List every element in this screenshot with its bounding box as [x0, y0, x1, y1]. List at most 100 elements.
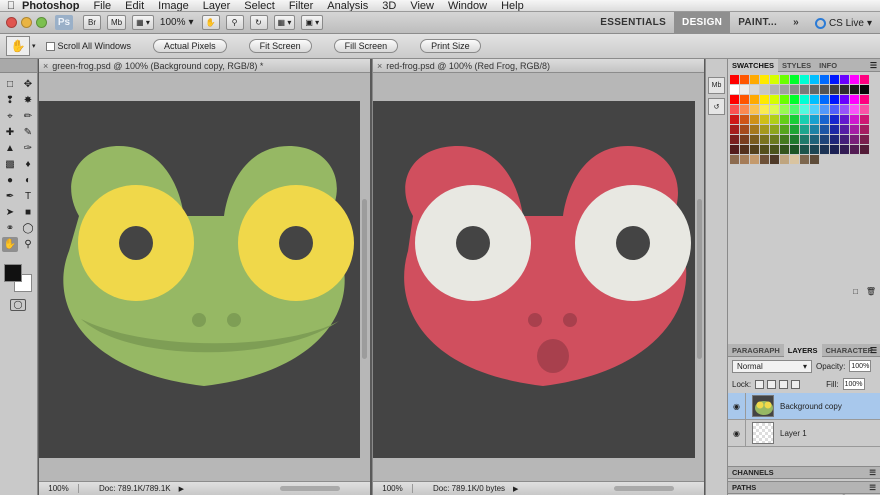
menu-view[interactable]: View — [410, 0, 434, 11]
visibility-eye-icon[interactable]: ◉ — [728, 392, 746, 420]
panel-menu-icon[interactable]: ☰ — [869, 467, 876, 479]
cs-live-button[interactable]: CS Live ▾ — [814, 17, 872, 29]
brush-tool-icon[interactable]: ✎ — [20, 125, 36, 140]
path-selection-tool-icon[interactable]: ➤ — [2, 205, 18, 220]
workspace-painting[interactable]: PAINT... — [730, 12, 785, 34]
3d-orbit-tool-icon[interactable]: ◯ — [20, 221, 36, 236]
menu-file[interactable]: File — [93, 0, 111, 11]
screen-mode-button[interactable]: ▣ ▾ — [301, 15, 324, 30]
lock-position-icon[interactable] — [779, 379, 789, 389]
fill-input[interactable]: 100% — [842, 378, 865, 390]
canvas-red-frog[interactable] — [373, 101, 695, 458]
swatch-grid[interactable] — [730, 75, 878, 164]
menu-layer[interactable]: Layer — [203, 0, 231, 11]
zoom-tool-icon[interactable]: ⚲ — [20, 237, 36, 252]
close-icon[interactable]: × — [377, 61, 382, 71]
menu-edit[interactable]: Edit — [125, 0, 144, 11]
move-tool-icon[interactable]: ✥ — [20, 77, 36, 92]
lock-transparent-icon[interactable] — [755, 379, 765, 389]
opacity-input[interactable]: 100% — [849, 360, 872, 372]
print-size-button[interactable]: Print Size — [420, 39, 481, 53]
fit-screen-button[interactable]: Fit Screen — [248, 39, 312, 53]
foreground-color-swatch[interactable] — [4, 264, 22, 282]
lock-image-icon[interactable] — [767, 379, 777, 389]
status-zoom[interactable]: 100% — [39, 484, 79, 493]
tab-info[interactable]: INFO — [815, 59, 841, 72]
type-tool-icon[interactable]: T — [20, 189, 36, 204]
more-workspaces-button[interactable]: » — [785, 12, 807, 34]
actual-pixels-button[interactable]: Actual Pixels — [153, 39, 227, 53]
chevron-right-icon[interactable]: ▶ — [179, 485, 184, 493]
hand-tool-icon[interactable]: ✋ — [2, 237, 18, 252]
menu-app-name[interactable]: Photoshop — [22, 0, 79, 11]
bridge-button[interactable]: Br — [83, 15, 101, 30]
lock-all-icon[interactable] — [791, 379, 801, 389]
chevron-right-icon[interactable]: ▶ — [513, 485, 518, 493]
tool-preset-picker[interactable]: ✋ — [6, 36, 30, 56]
history-panel-icon[interactable]: ↺ — [708, 98, 725, 115]
chevron-down-icon[interactable]: ▾ — [32, 42, 36, 50]
3d-rotate-tool-icon[interactable]: ⚭ — [2, 221, 18, 236]
paths-panel-collapsed[interactable]: PATHS ☰ — [728, 481, 880, 494]
zoom-tool-button[interactable]: ⚲ — [225, 15, 244, 30]
arrange-documents-button[interactable]: ▦ ▾ — [273, 15, 296, 30]
blur-tool-icon[interactable]: ● — [2, 173, 18, 188]
fill-screen-button[interactable]: Fill Screen — [333, 39, 399, 53]
apple-icon[interactable]:  — [0, 0, 22, 11]
menu-3d[interactable]: 3D — [382, 0, 396, 11]
document-tab-green-frog[interactable]: × green-frog.psd @ 100% (Background copy… — [39, 59, 370, 73]
history-brush-tool-icon[interactable]: ✑ — [20, 141, 36, 156]
checkbox-box[interactable] — [45, 41, 55, 51]
status-zoom[interactable]: 100% — [373, 484, 413, 493]
tools-panel-handle[interactable] — [0, 59, 37, 73]
visibility-eye-icon[interactable]: ◉ — [728, 419, 746, 447]
document-tab-red-frog[interactable]: × red-frog.psd @ 100% (Red Frog, RGB/8) — [373, 59, 704, 73]
scroll-all-windows-checkbox[interactable]: Scroll All Windows — [45, 41, 131, 51]
workspace-essentials[interactable]: ESSENTIALS — [592, 12, 674, 34]
vertical-scrollbar[interactable] — [362, 199, 367, 359]
tab-paragraph[interactable]: PARAGRAPH — [728, 344, 784, 357]
dodge-tool-icon[interactable]: ◐ — [20, 173, 36, 188]
menu-help[interactable]: Help — [501, 0, 524, 11]
menu-filter[interactable]: Filter — [289, 0, 313, 11]
lasso-tool-icon[interactable]: ❢ — [2, 93, 18, 108]
blend-mode-select[interactable]: Normal ▾ — [732, 359, 812, 373]
view-extras-button[interactable]: ▦ ▾ — [132, 15, 154, 30]
horizontal-scrollbar[interactable] — [280, 486, 340, 491]
menu-select[interactable]: Select — [244, 0, 275, 11]
horizontal-scrollbar[interactable] — [614, 486, 674, 491]
canvas-green-frog[interactable] — [39, 101, 360, 458]
menu-window[interactable]: Window — [448, 0, 487, 11]
quick-mask-icon[interactable]: ◯ — [10, 299, 26, 311]
eraser-tool-icon[interactable]: ▩ — [2, 157, 18, 172]
close-icon[interactable]: × — [43, 61, 48, 71]
marquee-tool-icon[interactable]: □ — [2, 77, 18, 92]
zoom-window-button[interactable] — [36, 17, 47, 28]
mini-bridge-button[interactable]: Mb — [107, 15, 127, 30]
channels-panel-collapsed[interactable]: CHANNELS ☰ — [728, 466, 880, 479]
hand-tool-button[interactable]: ✋ — [201, 15, 220, 30]
tab-character[interactable]: CHARACTER — [822, 344, 878, 357]
paint-bucket-tool-icon[interactable]: ♦ — [20, 157, 36, 172]
healing-brush-tool-icon[interactable]: ✚ — [2, 125, 18, 140]
panel-menu-icon[interactable]: ☰ — [869, 482, 876, 494]
magic-wand-tool-icon[interactable]: ✸ — [20, 93, 36, 108]
tab-swatches[interactable]: SWATCHES — [728, 58, 778, 72]
vertical-scrollbar[interactable] — [697, 199, 702, 359]
tab-layers[interactable]: LAYERS — [783, 343, 822, 357]
pen-tool-icon[interactable]: ✒ — [2, 189, 18, 204]
eyedropper-tool-icon[interactable]: ✏ — [20, 109, 36, 124]
delete-swatch-icon[interactable]: 🗑 — [866, 287, 876, 296]
menu-analysis[interactable]: Analysis — [327, 0, 368, 11]
close-window-button[interactable] — [6, 17, 17, 28]
panel-menu-icon[interactable]: ☰ — [870, 59, 877, 72]
menu-image[interactable]: Image — [158, 0, 189, 11]
layer-item-layer-1[interactable]: ◉ Layer 1 — [728, 419, 880, 447]
minimize-window-button[interactable] — [21, 17, 32, 28]
zoom-level-select[interactable]: 100% ▾ — [160, 17, 194, 28]
crop-tool-icon[interactable]: ⌖ — [2, 109, 18, 124]
clone-stamp-tool-icon[interactable]: ▲ — [2, 141, 18, 156]
panel-menu-icon[interactable]: ☰ — [870, 344, 877, 357]
layer-item-background-copy[interactable]: ◉ Background copy — [728, 392, 880, 420]
mini-bridge-panel-icon[interactable]: Mb — [708, 77, 725, 94]
